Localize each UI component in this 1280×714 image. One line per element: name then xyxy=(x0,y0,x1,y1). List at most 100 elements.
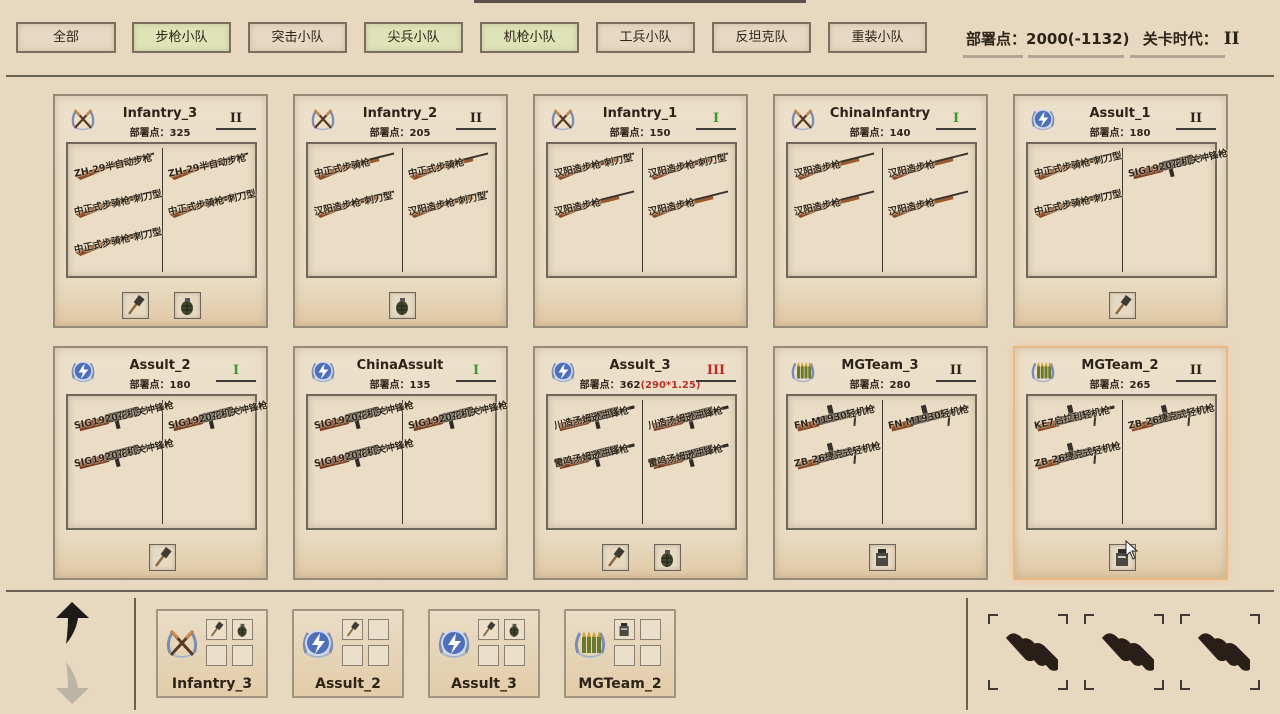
squad-emblem xyxy=(162,621,202,665)
header-divider xyxy=(6,75,1274,77)
deploy-value: 2000(-1132) xyxy=(1026,30,1130,48)
squad-deploy-cost: 部署点：150 xyxy=(575,124,705,139)
squad-equipment-slot xyxy=(640,619,661,640)
deploy-cost-text: 部署点：140 xyxy=(849,128,911,139)
weapon-panel-divider xyxy=(1122,148,1123,272)
bullets-emblem-icon xyxy=(574,631,606,658)
equipment-slot xyxy=(869,544,896,571)
squad-card[interactable]: Infantry_2 部署点：205 II 中正式步骑枪 中正式步骑枪 汉阳造步枪-刺刀型… xyxy=(293,94,508,328)
squad-card[interactable]: ChinaAssult 部署点：135 I SIG1920花机关冲锋枪 SIG1920花… xyxy=(293,346,509,580)
squad-era-badge: II xyxy=(456,110,496,130)
squad-era-badge: II xyxy=(216,110,256,130)
stick-grenade-icon xyxy=(608,547,625,567)
frag-grenade-icon xyxy=(396,298,408,315)
weapon-panel-divider xyxy=(1122,400,1123,524)
deploy-cost-text: 部署点：150 xyxy=(609,128,671,139)
weapon-panel: ZH-29半自动步枪 ZH-29半自动步枪 中正式步骑枪-刺刀型 中正式步骑枪-刺刀型… xyxy=(66,142,257,278)
ammo-box-icon xyxy=(619,623,629,636)
squad-emblem xyxy=(298,621,338,665)
deploy-label: 部署点： xyxy=(966,30,1027,48)
top-tab-indicator xyxy=(474,0,806,3)
selected-squad-name: Assult_2 xyxy=(315,676,381,692)
squad-era-badge: I xyxy=(696,110,736,130)
slot-corner xyxy=(1084,614,1094,624)
squad-equipment-slot xyxy=(504,619,525,640)
ammo-slot[interactable] xyxy=(1084,614,1164,690)
era-underline xyxy=(1130,55,1225,58)
weapon-panel-divider xyxy=(642,148,643,272)
squad-card[interactable]: Infantry_3 部署点：325 II ZH-29半自动步枪 ZH-29半自动步枪中… xyxy=(53,94,268,328)
squad-era-badge: III xyxy=(696,362,736,382)
footer-divider xyxy=(6,590,1274,592)
squad-card[interactable]: Assult_2 部署点：180 I SIG1920花机关冲锋枪 SIG1920花机关冲… xyxy=(53,346,269,580)
weapon-entry: ZH-29半自动步枪 xyxy=(164,148,256,188)
weapon-entry: ZB-26捷克式轻机枪 xyxy=(1124,400,1216,440)
squad-deploy-cost: 部署点：325 xyxy=(95,124,225,139)
squad-equipment-slot xyxy=(614,619,635,640)
frag-grenade-icon xyxy=(661,550,673,567)
weapon-panel: 中正式步骑枪-刺刀型 SIG1920花机关冲锋枪 中正式步骑枪-刺刀型 xyxy=(1026,142,1229,278)
slot-corner xyxy=(1180,614,1190,624)
weapon-entry: 汉阳造步枪-刺刀型 xyxy=(404,186,496,226)
weapon-entry: ZB-26捷克式轻机枪 xyxy=(1030,438,1122,478)
weapon-entry: FN M1930轻机枪 xyxy=(790,400,882,440)
filter-squad-type-3-button[interactable]: 尖兵小队 xyxy=(364,22,463,53)
slot-corner xyxy=(988,614,998,624)
equipment-slot xyxy=(602,544,629,571)
frag-grenade-icon xyxy=(509,623,519,637)
squad-equipment-slot xyxy=(478,619,499,640)
up-arrow-button[interactable] xyxy=(52,600,92,646)
squad-deploy-cost: 部署点：180 xyxy=(1055,124,1185,139)
filter-squad-type-4-button[interactable]: 机枪小队 xyxy=(480,22,579,53)
ammo-slot[interactable] xyxy=(1180,614,1260,690)
filter-squad-type-2-button[interactable]: 突击小队 xyxy=(248,22,347,53)
deploy-cost-text: 部署点：135 xyxy=(369,380,431,391)
filter-squad-type-5-button[interactable]: 工兵小队 xyxy=(596,22,695,53)
deploy-cost-text: 部署点：205 xyxy=(369,128,431,139)
squad-name: Infantry_1 xyxy=(602,106,678,121)
weapon-entry: ZH-29半自动步枪 xyxy=(70,148,162,188)
ammo-slot[interactable] xyxy=(988,614,1068,690)
squad-card[interactable]: Assult_1 部署点：180 II 中正式步骑枪-刺刀型 SIG1920花机关冲锋枪… xyxy=(1013,94,1229,328)
weapon-entry: 汉阳造步枪-刺刀型 xyxy=(550,148,642,188)
stick-grenade-icon xyxy=(346,621,360,637)
filter-squad-type-7-button[interactable]: 重装小队 xyxy=(828,22,927,53)
down-arrow-button[interactable] xyxy=(52,660,92,706)
squad-card[interactable]: ChinaInfantry 部署点：140 I 汉阳造步枪 汉阳造步枪 汉阳造步枪 汉阳造步… xyxy=(773,94,988,328)
filter-all-button[interactable]: 全部 xyxy=(16,22,116,53)
slot-corner xyxy=(1154,614,1164,624)
squad-equipment-slot xyxy=(478,645,499,666)
weapon-entry: 中正式步骑枪 xyxy=(404,148,496,188)
selected-squad-slot[interactable]: Infantry_3 xyxy=(156,609,268,698)
deploy-cost-text: 部署点：280 xyxy=(849,380,911,391)
mouse-cursor-icon xyxy=(1125,540,1139,560)
squad-card[interactable]: MGTeam_2 部署点：265 II KE7启拉利轻机枪 ZB-26捷克式轻机枪 ZB-… xyxy=(1013,346,1228,580)
filter-squad-type-6-button[interactable]: 反坦克队 xyxy=(712,22,811,53)
weapon-panel: SIG1920花机关冲锋枪 SIG1920花机关冲锋枪 SIG1920花机关冲锋枪 xyxy=(306,394,509,530)
squad-era-badge: I xyxy=(936,110,976,130)
squad-deploy-cost: 部署点：362(290*1.25) xyxy=(575,376,705,391)
weapon-panel: 中正式步骑枪 中正式步骑枪 汉阳造步枪-刺刀型 汉阳造步枪-刺刀型 xyxy=(306,142,497,278)
squad-name: MGTeam_2 xyxy=(1081,358,1159,373)
slot-corner xyxy=(1058,680,1068,690)
weapon-panel: 川造汤姆逊冲锋枪 川造汤姆逊冲锋枪 雷鸣汤姆逊冲锋枪 雷鸣汤姆逊冲锋枪 xyxy=(546,394,737,530)
weapon-entry: 中正式步骑枪-刺刀型 xyxy=(1030,186,1123,226)
squad-emblem xyxy=(434,621,474,665)
squad-equipment-slot xyxy=(368,645,389,666)
squad-card[interactable]: Infantry_1 部署点：150 I 汉阳造步枪-刺刀型 汉阳造步枪-刺刀型 汉阳造步… xyxy=(533,94,748,328)
selected-squad-slot[interactable]: Assult_3 xyxy=(428,609,540,698)
filter-squad-type-1-button[interactable]: 步枪小队 xyxy=(132,22,231,53)
squad-equipment-slot xyxy=(614,645,635,666)
equipment-slot xyxy=(389,292,416,319)
weapon-entry: KE7启拉利轻机枪 xyxy=(1030,400,1122,440)
squad-card[interactable]: Assult_3 部署点：362(290*1.25) III 川造汤姆逊冲锋枪 川造汤姆… xyxy=(533,346,748,580)
bullets-icon xyxy=(1006,633,1058,671)
weapon-entry: 汉阳造步枪-刺刀型 xyxy=(310,186,402,226)
selected-squad-slot[interactable]: Assult_2 xyxy=(292,609,404,698)
weapon-entry: 中正式步骑枪-刺刀型 xyxy=(70,186,163,226)
selected-squad-slot[interactable]: MGTeam_2 xyxy=(564,609,676,698)
squad-name: Assult_3 xyxy=(609,358,671,373)
weapon-entry: 川造汤姆逊冲锋枪 xyxy=(644,400,736,440)
squad-card[interactable]: MGTeam_3 部署点：280 II FN M1930轻机枪 FN M1930轻机枪 Z… xyxy=(773,346,988,580)
stick-grenade-icon xyxy=(128,295,145,315)
